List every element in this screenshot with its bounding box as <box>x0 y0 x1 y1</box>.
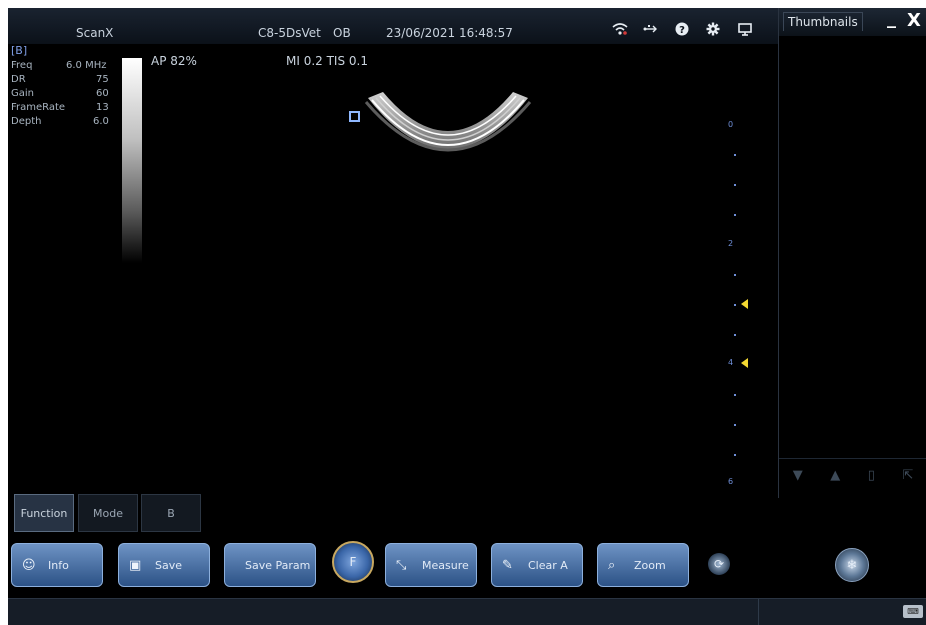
monitor-icon[interactable] <box>736 20 754 38</box>
app-name: ScanX <box>76 26 114 40</box>
param-label: Freq <box>11 60 33 71</box>
ultrasound-image[interactable] <box>363 90 533 174</box>
close-button[interactable]: X <box>907 10 921 31</box>
datetime: 23/06/2021 16:48:57 <box>386 26 513 40</box>
depth-scale: 0 2 4 6 <box>728 108 768 488</box>
thumbnails-panel: Thumbnails _ X ▼ ▲ ▯ ⇱ <box>778 8 926 498</box>
thumbnails-tab[interactable]: Thumbnails <box>783 12 863 31</box>
depth-tick <box>734 214 736 216</box>
zoom-button[interactable]: ⌕ Zoom <box>597 543 689 587</box>
refresh-icon[interactable]: ⟳ <box>708 553 730 575</box>
header-bar: ScanX C8-5DsVet OB 23/06/2021 16:48:57 ? <box>8 8 778 44</box>
status-bar <box>8 598 926 625</box>
param-value: 13 <box>96 102 109 113</box>
param-value: 6.0 <box>93 116 109 127</box>
caliper-icon: ⤡ <box>396 557 407 573</box>
depth-tick <box>734 304 736 306</box>
help-icon[interactable]: ? <box>673 20 691 38</box>
magnifier-icon: ⌕ <box>608 557 616 573</box>
tab-mode[interactable]: Mode <box>78 494 138 532</box>
measure-button[interactable]: ⤡ Measure <box>385 543 477 587</box>
depth-tick <box>734 274 736 276</box>
param-value: 6.0 MHz <box>66 60 107 71</box>
info-label: Info <box>48 558 69 572</box>
save-param-label: Save Param <box>245 558 311 572</box>
clear-all-button[interactable]: ✎ Clear A <box>491 543 583 587</box>
clear-all-label: Clear A <box>528 558 568 572</box>
mi-tis-indices: MI 0.2 TIS 0.1 <box>286 54 368 68</box>
param-value: 75 <box>96 74 109 85</box>
depth-tick <box>734 454 736 456</box>
mode-label: [B] <box>11 44 28 57</box>
freeze-button[interactable]: F <box>332 541 374 583</box>
depth-label: 6 <box>728 477 734 486</box>
floppy-icon: ▣ <box>129 557 142 573</box>
zoom-label: Zoom <box>634 558 666 572</box>
wifi-icon[interactable] <box>611 20 629 38</box>
acoustic-power: AP 82% <box>151 54 197 68</box>
depth-tick <box>734 424 736 426</box>
trash-icon[interactable]: ▯ <box>868 468 875 483</box>
param-value: 60 <box>96 88 109 99</box>
depth-tick <box>734 334 736 336</box>
tab-b[interactable]: B <box>141 494 201 532</box>
info-button[interactable]: ☺ Info <box>11 543 103 587</box>
snowflake-icon[interactable]: ❄ <box>835 548 869 582</box>
usb-icon[interactable] <box>641 20 659 38</box>
thumbnails-header: Thumbnails _ X <box>779 8 926 36</box>
chevron-down-icon[interactable]: ▼ <box>793 468 803 483</box>
depth-label: 2 <box>728 239 734 248</box>
eraser-icon: ✎ <box>502 557 513 573</box>
param-label: Gain <box>11 88 34 99</box>
param-label: DR <box>11 74 26 85</box>
thumbnails-toolbar: ▼ ▲ ▯ ⇱ <box>779 458 926 491</box>
person-icon: ☺ <box>22 557 36 573</box>
settings-gear-icon[interactable] <box>704 20 722 38</box>
save-param-button[interactable]: Save Param <box>224 543 316 587</box>
chevron-up-icon[interactable]: ▲ <box>830 468 840 483</box>
depth-label: 0 <box>728 120 734 129</box>
depth-tick <box>734 394 736 396</box>
status-divider <box>758 599 759 625</box>
minimize-button[interactable]: _ <box>887 8 896 29</box>
preset-name: OB <box>333 26 351 40</box>
probe-name: C8-5DsVet <box>258 26 321 40</box>
ultrasound-screen: ScanX C8-5DsVet OB 23/06/2021 16:48:57 ?… <box>8 8 926 625</box>
focus-marker[interactable] <box>741 299 748 309</box>
focus-marker[interactable] <box>741 358 748 368</box>
save-label: Save <box>155 558 183 572</box>
depth-tick <box>734 154 736 156</box>
param-label: FrameRate <box>11 102 66 113</box>
grayscale-bar <box>122 58 142 263</box>
export-icon[interactable]: ⇱ <box>902 468 913 483</box>
save-button[interactable]: ▣ Save <box>118 543 210 587</box>
svg-text:?: ? <box>679 25 685 36</box>
roi-marker <box>349 111 360 122</box>
param-label: Depth <box>11 116 42 127</box>
measure-label: Measure <box>422 558 469 572</box>
keyboard-icon[interactable]: ⌨ <box>903 605 923 618</box>
depth-tick <box>734 184 736 186</box>
tab-function[interactable]: Function <box>14 494 74 532</box>
depth-label: 4 <box>728 358 734 367</box>
